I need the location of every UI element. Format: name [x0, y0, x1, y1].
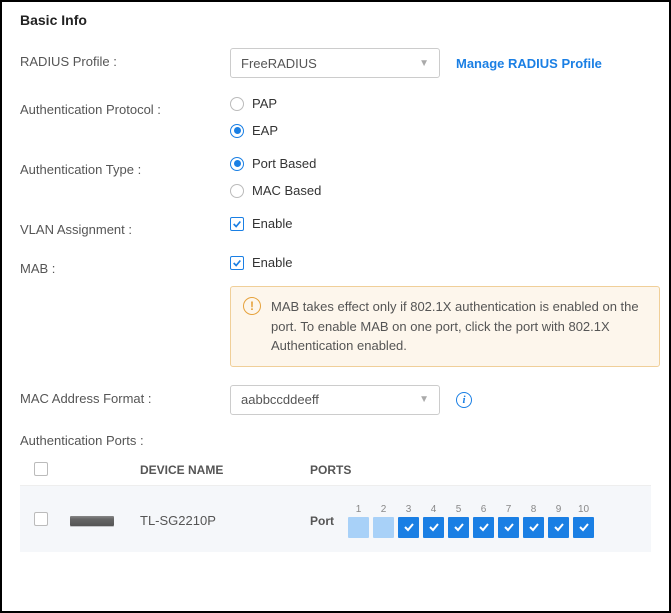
mab-enable-checkbox[interactable]: Enable — [230, 255, 651, 270]
port-number: 2 — [373, 504, 394, 515]
port-number: 5 — [448, 504, 469, 515]
mab-warning-note: ! MAB takes effect only if 802.1X authen… — [230, 286, 660, 367]
port-box-6[interactable] — [473, 517, 494, 538]
port-box-7[interactable] — [498, 517, 519, 538]
manage-radius-profile-link[interactable]: Manage RADIUS Profile — [456, 56, 602, 71]
port-number: 1 — [348, 504, 369, 515]
port-number: 3 — [398, 504, 419, 515]
th-device-name: DEVICE NAME — [140, 463, 310, 477]
check-icon — [232, 219, 242, 229]
info-icon[interactable]: i — [456, 392, 472, 408]
table-row: TL-SG2210P Port 123456789 10 — [20, 486, 651, 552]
port-number: 8 — [523, 504, 544, 515]
auth-ports-table: DEVICE NAME PORTS TL-SG2210P Port 123456… — [20, 456, 651, 552]
auth-type-mac-based-radio[interactable]: MAC Based — [230, 183, 651, 198]
check-icon — [578, 521, 590, 533]
check-icon — [403, 521, 415, 533]
check-icon — [503, 521, 515, 533]
port-box-8[interactable] — [523, 517, 544, 538]
radius-profile-label: RADIUS Profile : — [20, 48, 230, 69]
radio-label: Port Based — [252, 156, 316, 171]
row-auth-type: Authentication Type : Port Based MAC Bas… — [20, 156, 651, 198]
mac-format-select[interactable]: aabbccddeeff ▼ — [230, 385, 440, 415]
mab-label: MAB : — [20, 255, 230, 276]
auth-ports-label: Authentication Ports : — [20, 433, 651, 448]
select-all-checkbox[interactable] — [34, 462, 48, 476]
note-text: MAB takes effect only if 802.1X authenti… — [271, 297, 647, 356]
chevron-down-icon: ▼ — [419, 394, 429, 405]
port-box-2[interactable] — [373, 517, 394, 538]
auth-type-port-based-radio[interactable]: Port Based — [230, 156, 651, 171]
check-icon — [478, 521, 490, 533]
check-icon — [553, 521, 565, 533]
port-box-9[interactable] — [548, 517, 569, 538]
th-ports: PORTS — [310, 463, 651, 477]
vlan-assignment-label: VLAN Assignment : — [20, 216, 230, 237]
vlan-enable-checkbox[interactable]: Enable — [230, 216, 651, 231]
port-number: 7 — [498, 504, 519, 515]
row-checkbox[interactable] — [34, 512, 48, 526]
table-header: DEVICE NAME PORTS — [20, 456, 651, 486]
switch-device-icon — [70, 516, 114, 526]
chevron-down-icon: ▼ — [419, 58, 429, 69]
port-box-5[interactable] — [448, 517, 469, 538]
port-number: 6 — [473, 504, 494, 515]
mac-format-value: aabbccddeeff — [241, 392, 319, 407]
auth-protocol-label: Authentication Protocol : — [20, 96, 230, 117]
port-number: 9 — [548, 504, 569, 515]
port-number: 4 — [423, 504, 444, 515]
radio-label: MAC Based — [252, 183, 321, 198]
auth-type-label: Authentication Type : — [20, 156, 230, 177]
radius-profile-select[interactable]: FreeRADIUS ▼ — [230, 48, 440, 78]
port-box-4[interactable] — [423, 517, 444, 538]
check-icon — [428, 521, 440, 533]
row-vlan-assignment: VLAN Assignment : Enable — [20, 216, 651, 237]
check-icon — [232, 258, 242, 268]
row-auth-protocol: Authentication Protocol : PAP EAP — [20, 96, 651, 138]
row-mab: MAB : Enable — [20, 255, 651, 276]
ports-grid: 123456789 10 — [348, 504, 594, 538]
checkbox-label: Enable — [252, 255, 292, 270]
row-radius-profile: RADIUS Profile : FreeRADIUS ▼ Manage RAD… — [20, 48, 651, 78]
port-box-3[interactable] — [398, 517, 419, 538]
port-box-1[interactable] — [348, 517, 369, 538]
port-label: Port — [310, 514, 334, 528]
row-mac-format: MAC Address Format : aabbccddeeff ▼ i — [20, 385, 651, 415]
radio-label: EAP — [252, 123, 278, 138]
auth-protocol-eap-radio[interactable]: EAP — [230, 123, 651, 138]
port-number: 10 — [573, 504, 594, 515]
mac-format-label: MAC Address Format : — [20, 385, 230, 406]
auth-protocol-pap-radio[interactable]: PAP — [230, 96, 651, 111]
checkbox-label: Enable — [252, 216, 292, 231]
warning-icon: ! — [243, 297, 261, 315]
check-icon — [453, 521, 465, 533]
device-name-cell: TL-SG2210P — [140, 513, 310, 528]
section-title: Basic Info — [20, 12, 651, 28]
check-icon — [528, 521, 540, 533]
port-box-10[interactable] — [573, 517, 594, 538]
radio-label: PAP — [252, 96, 277, 111]
radius-profile-value: FreeRADIUS — [241, 56, 317, 71]
